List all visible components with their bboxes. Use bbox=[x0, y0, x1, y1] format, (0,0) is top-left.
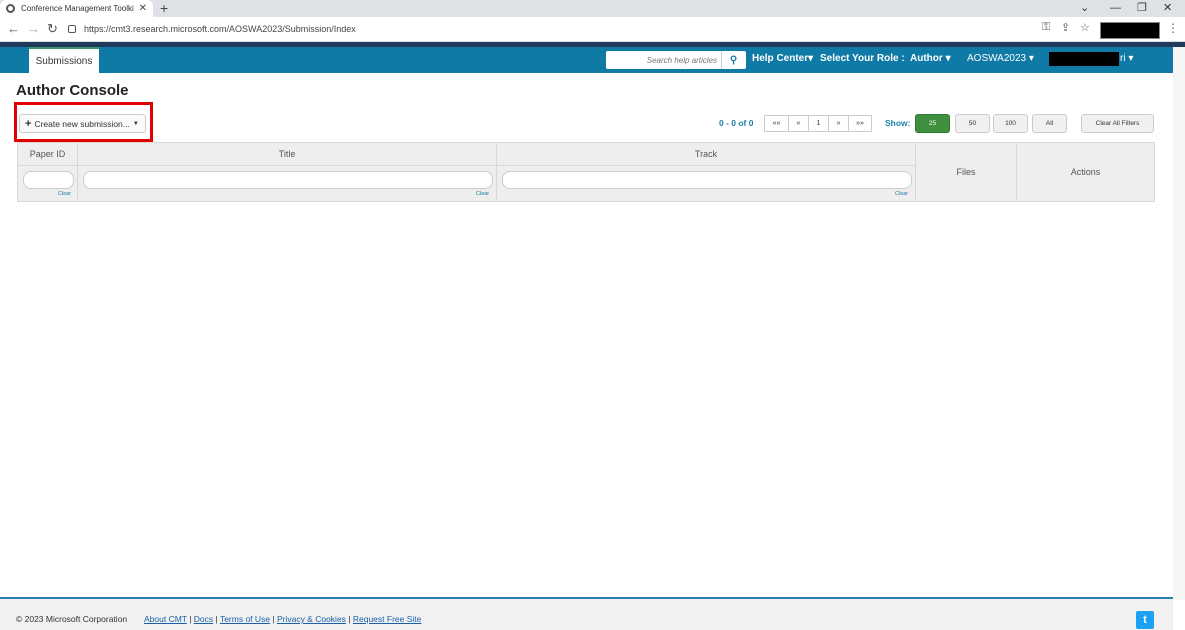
clear-all-filters-button[interactable]: Clear All Filters bbox=[1081, 114, 1154, 133]
title-clear-link[interactable]: Clear bbox=[476, 191, 489, 197]
show-all-button[interactable]: All bbox=[1032, 114, 1067, 133]
header-divider bbox=[18, 165, 77, 166]
docs-link[interactable]: Docs bbox=[194, 614, 213, 624]
tab-search-chevron-icon[interactable]: ⌄ bbox=[1080, 0, 1089, 16]
close-window-icon[interactable]: ✕ bbox=[1163, 0, 1172, 16]
lock-icon bbox=[68, 25, 76, 33]
tab-close-icon[interactable]: ✕ bbox=[139, 3, 147, 14]
help-center-label: Help Center bbox=[752, 53, 809, 64]
caret-down-icon: ▾ bbox=[1128, 53, 1134, 64]
back-icon[interactable]: ← bbox=[7, 20, 20, 38]
about-cmt-link[interactable]: About CMT bbox=[144, 614, 187, 624]
site-favicon-icon bbox=[6, 4, 15, 13]
header-divider bbox=[78, 165, 496, 166]
paper-id-clear-link[interactable]: Clear bbox=[58, 191, 71, 197]
new-tab-icon[interactable]: + bbox=[160, 0, 168, 17]
role-value: Author bbox=[910, 53, 943, 64]
page-title: Author Console bbox=[16, 82, 129, 99]
page-footer: © 2023 Microsoft Corporation About CMT |… bbox=[0, 597, 1173, 630]
column-header-actions: Actions bbox=[1070, 167, 1101, 177]
share-icon[interactable]: ⇪ bbox=[1061, 21, 1070, 34]
role-label: Select Your Role : bbox=[820, 53, 905, 64]
app-navbar: Submissions ⚲ Help Center▾ Select Your R… bbox=[0, 47, 1173, 73]
request-free-site-link[interactable]: Request Free Site bbox=[353, 614, 422, 624]
address-bar[interactable]: https://cmt3.research.microsoft.com/AOSW… bbox=[68, 20, 1038, 38]
search-icon[interactable]: ⚲ bbox=[721, 51, 745, 69]
create-submission-label: Create new submission... bbox=[34, 118, 130, 129]
conference-menu[interactable]: AOSWA2023 ▾ bbox=[967, 53, 1034, 64]
role-menu[interactable]: Author ▾ bbox=[910, 53, 951, 64]
caret-down-icon: ▾ bbox=[945, 53, 951, 64]
prev-page-button[interactable]: « bbox=[788, 115, 809, 132]
show-50-button[interactable]: 50 bbox=[955, 114, 990, 133]
caret-down-icon: ▾ bbox=[1028, 53, 1034, 64]
browser-menu-icon[interactable]: ⋮ bbox=[1167, 21, 1179, 35]
reload-icon[interactable]: ↻ bbox=[47, 20, 58, 38]
twitter-icon[interactable]: t bbox=[1136, 611, 1154, 629]
page-scrollbar[interactable] bbox=[1173, 47, 1185, 600]
tab-title: Conference Management Toolki bbox=[21, 4, 134, 13]
terms-of-use-link[interactable]: Terms of Use bbox=[220, 614, 270, 624]
title-filter-input[interactable] bbox=[83, 171, 493, 189]
column-paper-id: Paper ID Clear bbox=[18, 143, 78, 201]
pager-count: 0 - 0 of 0 bbox=[719, 118, 754, 128]
show-100-button[interactable]: 100 bbox=[993, 114, 1028, 133]
show-25-button[interactable]: 25 bbox=[915, 114, 950, 133]
column-title: Title Clear bbox=[78, 143, 497, 201]
help-center-menu[interactable]: Help Center▾ bbox=[752, 53, 813, 64]
restore-icon[interactable]: ❐ bbox=[1137, 0, 1147, 16]
next-page-button[interactable]: » bbox=[828, 115, 849, 132]
privacy-cookies-link[interactable]: Privacy & Cookies bbox=[277, 614, 346, 624]
browser-tabstrip: Conference Management Toolki ✕ + ⌄ — ❐ ✕ bbox=[0, 0, 1185, 17]
column-actions: Actions bbox=[1017, 143, 1154, 201]
first-page-button[interactable]: «« bbox=[764, 115, 789, 132]
help-search-input[interactable] bbox=[606, 52, 721, 68]
minimize-icon[interactable]: — bbox=[1110, 0, 1121, 16]
username-redacted bbox=[1049, 52, 1119, 66]
caret-down-icon: ▼ bbox=[132, 120, 139, 127]
column-track: Track Clear bbox=[497, 143, 916, 201]
tab-submissions[interactable]: Submissions bbox=[29, 47, 99, 73]
help-search: ⚲ bbox=[606, 51, 746, 69]
header-divider bbox=[497, 165, 915, 166]
bookmark-star-icon[interactable]: ☆ bbox=[1080, 21, 1090, 34]
create-submission-button[interactable]: + Create new submission... ▼ bbox=[19, 114, 146, 133]
column-header-track[interactable]: Track bbox=[497, 149, 915, 159]
forward-icon[interactable]: → bbox=[27, 20, 40, 38]
user-menu[interactable]: ri ▾ bbox=[1120, 53, 1133, 64]
last-page-button[interactable]: »» bbox=[848, 115, 872, 132]
column-header-files: Files bbox=[956, 167, 976, 177]
key-icon[interactable]: ⚿ bbox=[1042, 21, 1050, 34]
conference-label: AOSWA2023 bbox=[967, 53, 1027, 64]
footer-links: About CMT | Docs | Terms of Use | Privac… bbox=[144, 614, 422, 624]
browser-toolbar: ← → ↻ https://cmt3.research.microsoft.co… bbox=[0, 17, 1185, 42]
track-filter-input[interactable] bbox=[502, 171, 912, 189]
column-header-title[interactable]: Title bbox=[78, 149, 496, 159]
profile-redacted[interactable] bbox=[1100, 22, 1160, 39]
pagination: «« « 1 » »» bbox=[764, 115, 872, 132]
page-1-button[interactable]: 1 bbox=[808, 115, 829, 132]
show-label: Show: bbox=[885, 118, 911, 128]
url-text: https://cmt3.research.microsoft.com/AOSW… bbox=[84, 24, 356, 34]
copyright-text: © 2023 Microsoft Corporation bbox=[16, 614, 128, 624]
paper-id-filter-input[interactable] bbox=[23, 171, 74, 189]
plus-icon: + bbox=[25, 117, 32, 130]
user-suffix: ri bbox=[1120, 53, 1126, 64]
track-clear-link[interactable]: Clear bbox=[895, 191, 908, 197]
submissions-table: Paper ID Clear Title Clear Track Clear F… bbox=[17, 142, 1155, 202]
column-header-paper-id[interactable]: Paper ID bbox=[18, 149, 77, 159]
browser-tab[interactable]: Conference Management Toolki ✕ bbox=[0, 0, 153, 17]
caret-down-icon: ▾ bbox=[808, 53, 814, 64]
column-files: Files bbox=[916, 143, 1017, 201]
